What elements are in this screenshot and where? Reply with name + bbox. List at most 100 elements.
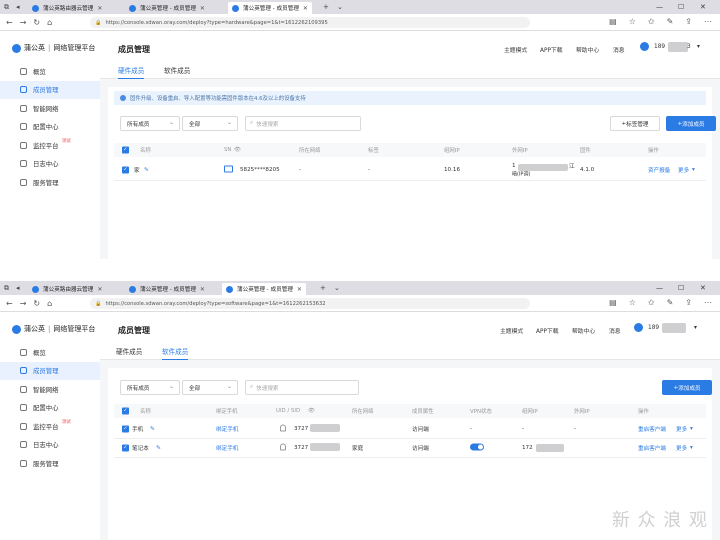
- browser-tab-2[interactable]: 蒲公英管理 - 成员管理 ✕: [125, 283, 209, 295]
- tab-software-members[interactable]: 软件成员: [162, 346, 189, 360]
- chevron-down-icon[interactable]: ▾: [694, 325, 697, 331]
- chevron-down-icon[interactable]: ▾: [690, 426, 693, 432]
- refresh-icon[interactable]: ↻: [33, 299, 40, 308]
- theme-mode-link[interactable]: 主题模式: [504, 45, 527, 54]
- close-tab-icon[interactable]: ✕: [200, 5, 205, 12]
- edit-icon[interactable]: ✎: [156, 445, 161, 452]
- chevron-down-icon[interactable]: ▾: [697, 44, 700, 50]
- close-tab-icon[interactable]: ✕: [97, 5, 102, 12]
- row-checkbox[interactable]: ✓: [122, 444, 129, 452]
- forward-icon[interactable]: →: [20, 18, 27, 27]
- more-actions-link[interactable]: 更多: [678, 166, 689, 174]
- row-checkbox[interactable]: ✓: [122, 425, 129, 433]
- sidebar-item-members[interactable]: 成员管理: [0, 80, 100, 99]
- messages-link[interactable]: 消息: [609, 326, 621, 335]
- new-tab-icon[interactable]: +: [323, 3, 329, 11]
- tab-hardware-members[interactable]: 硬件成员: [116, 346, 142, 360]
- visibility-icon[interactable]: 👁: [234, 147, 241, 153]
- sidebar-item-service[interactable]: 服务管理: [0, 454, 100, 473]
- user-name[interactable]: 189: [648, 325, 659, 331]
- forward-icon[interactable]: →: [20, 299, 27, 308]
- vpn-toggle[interactable]: [470, 443, 484, 453]
- favorite-star-icon[interactable]: ☆: [629, 17, 636, 26]
- search-input[interactable]: ⌕ 快速搜索: [245, 116, 361, 131]
- notes-icon[interactable]: ✎: [667, 298, 674, 307]
- browser-tab-1[interactable]: 蒲公英路由器云管理 ✕: [28, 283, 106, 295]
- close-tab-icon[interactable]: ✕: [97, 286, 102, 293]
- reading-view-icon[interactable]: ▤: [609, 298, 617, 307]
- sidebar-item-service[interactable]: 服务管理: [0, 173, 100, 192]
- maximize-icon[interactable]: ☐: [678, 3, 684, 11]
- sidebar-item-monitor[interactable]: 监控平台 测试: [0, 417, 100, 436]
- url-field[interactable]: 🔒 https://console.sdwan.oray.com/deploy?…: [90, 298, 530, 309]
- back-tab-icon[interactable]: ◂: [16, 284, 20, 292]
- tab-actions-icon[interactable]: ⧉: [4, 284, 9, 293]
- help-center-link[interactable]: 帮助中心: [572, 326, 595, 335]
- select-all-checkbox[interactable]: ✓: [122, 146, 129, 154]
- close-window-icon[interactable]: ✕: [700, 284, 706, 292]
- tab-list-icon[interactable]: ⌄: [337, 3, 343, 11]
- edit-icon[interactable]: ✎: [144, 166, 149, 173]
- tab-actions-icon[interactable]: ⧉: [4, 3, 9, 12]
- more-actions-link[interactable]: 更多: [676, 444, 687, 452]
- maximize-icon[interactable]: ☐: [678, 284, 684, 292]
- back-icon[interactable]: ←: [6, 18, 13, 27]
- asset-report-link[interactable]: 资产报备: [648, 166, 670, 174]
- search-input[interactable]: ⌕ 快速搜索: [245, 380, 359, 395]
- close-window-icon[interactable]: ✕: [700, 3, 706, 11]
- help-center-link[interactable]: 帮助中心: [576, 45, 599, 54]
- sidebar-item-overview[interactable]: 概览: [0, 343, 100, 362]
- visibility-icon[interactable]: 👁: [308, 408, 315, 414]
- favorites-icon[interactable]: ✩: [648, 17, 655, 26]
- sidebar-item-config[interactable]: 配置中心: [0, 399, 100, 418]
- share-icon[interactable]: ⇪: [685, 298, 692, 307]
- favorites-icon[interactable]: ✩: [648, 298, 655, 307]
- sidebar-item-network[interactable]: 智能网络: [0, 380, 100, 399]
- minimize-icon[interactable]: —: [656, 3, 663, 11]
- home-icon[interactable]: ⌂: [47, 18, 52, 27]
- close-tab-icon[interactable]: ✕: [297, 286, 302, 293]
- tag-manage-button[interactable]: + 标签管理: [610, 116, 660, 131]
- sidebar-item-overview[interactable]: 概览: [0, 62, 100, 81]
- refresh-icon[interactable]: ↻: [33, 18, 40, 27]
- member-filter-select[interactable]: 所有成员 ⌄: [120, 380, 180, 395]
- new-tab-icon[interactable]: +: [320, 284, 326, 292]
- tab-list-icon[interactable]: ⌄: [334, 284, 340, 292]
- avatar[interactable]: [640, 42, 649, 51]
- add-member-button[interactable]: + 添加成员: [662, 380, 712, 395]
- more-icon[interactable]: ⋯: [704, 298, 712, 307]
- row-checkbox[interactable]: ✓: [122, 166, 129, 173]
- share-icon[interactable]: ⇪: [685, 17, 692, 26]
- status-filter-select[interactable]: 全部 ⌄: [182, 380, 238, 395]
- app-download-link[interactable]: APP下载: [536, 326, 559, 335]
- reading-view-icon[interactable]: ▤: [609, 17, 617, 26]
- messages-link[interactable]: 消息: [613, 45, 625, 54]
- browser-tab-2[interactable]: 蒲公英管理 - 成员管理 ✕: [125, 2, 209, 14]
- tab-software-members[interactable]: 软件成员: [164, 65, 190, 79]
- status-filter-select[interactable]: 全部 ⌄: [182, 116, 238, 131]
- sidebar-item-network[interactable]: 智能网络: [0, 99, 100, 118]
- minimize-icon[interactable]: —: [656, 284, 663, 292]
- sidebar-item-log[interactable]: 日志中心: [0, 436, 100, 455]
- more-actions-link[interactable]: 更多: [676, 425, 687, 433]
- restart-client-link[interactable]: 重启客户端: [638, 425, 666, 433]
- chevron-down-icon[interactable]: ▾: [692, 167, 695, 173]
- avatar[interactable]: [634, 323, 643, 332]
- sidebar-item-log[interactable]: 日志中心: [0, 155, 100, 174]
- back-tab-icon[interactable]: ◂: [16, 3, 20, 11]
- edit-icon[interactable]: ✎: [150, 426, 155, 433]
- back-icon[interactable]: ←: [6, 299, 13, 308]
- add-member-button[interactable]: + 添加成员: [666, 116, 716, 131]
- member-filter-select[interactable]: 所有成员 ⌄: [120, 116, 180, 131]
- bind-phone-link[interactable]: 绑定手机: [216, 444, 238, 452]
- sidebar-item-monitor[interactable]: 监控平台 测试: [0, 136, 100, 155]
- browser-tab-3[interactable]: 蒲公英管理 - 成员管理 ✕: [228, 2, 312, 14]
- sidebar-item-config[interactable]: 配置中心: [0, 118, 100, 137]
- chevron-down-icon[interactable]: ▾: [690, 445, 693, 451]
- notes-icon[interactable]: ✎: [667, 17, 674, 26]
- sidebar-item-members[interactable]: 成员管理: [0, 361, 100, 380]
- close-tab-icon[interactable]: ✕: [200, 286, 205, 293]
- home-icon[interactable]: ⌂: [47, 299, 52, 308]
- select-all-checkbox[interactable]: ✓: [122, 407, 129, 415]
- favorite-star-icon[interactable]: ☆: [629, 298, 636, 307]
